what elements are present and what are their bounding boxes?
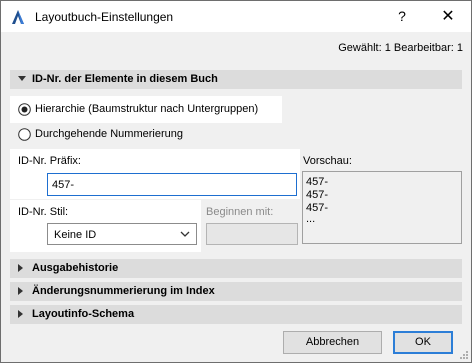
chevron-down-icon [180, 231, 190, 237]
radio-hierarchy-row[interactable]: Hierarchie (Baumstruktur nach Untergrupp… [10, 96, 282, 123]
section-id-numbers-header[interactable]: ID-Nr. der Elemente in diesem Buch [10, 70, 462, 89]
radio-unselected-icon[interactable] [18, 128, 31, 141]
title-bar[interactable]: Layoutbuch-Einstellungen ? ✕ [1, 1, 471, 32]
prefix-label: ID-Nr. Präfix: [18, 155, 81, 167]
preview-line: 457- [306, 176, 329, 188]
section-layoutinfo-title: Layoutinfo-Schema [32, 308, 135, 320]
start-with-input[interactable] [206, 223, 298, 245]
start-with-label: Beginnen mit: [206, 206, 274, 218]
triangle-right-icon [18, 310, 23, 318]
style-select-value: Keine ID [54, 229, 97, 241]
prefix-input[interactable] [47, 173, 297, 196]
radio-continuous-label[interactable]: Durchgehende Nummerierung [35, 128, 183, 140]
section-output-history-header[interactable]: Ausgabehistorie [10, 259, 462, 278]
help-button[interactable]: ? [379, 1, 425, 32]
section-output-history-title: Ausgabehistorie [32, 262, 119, 274]
section-id-numbers-title: ID-Nr. der Elemente in diesem Buch [32, 73, 218, 85]
radio-hierarchy-label: Hierarchie (Baumstruktur nach Untergrupp… [35, 103, 259, 115]
close-button[interactable]: ✕ [425, 1, 471, 32]
section-change-numbering-title: Änderungsnummerierung im Index [32, 285, 215, 297]
preview-label: Vorschau: [303, 155, 352, 167]
triangle-right-icon [18, 287, 23, 295]
preview-line: ... [306, 213, 316, 225]
preview-box: 457- 457- 457- ... [302, 171, 462, 244]
cancel-button[interactable]: Abbrechen [283, 331, 382, 354]
ok-button[interactable]: OK [393, 331, 453, 354]
triangle-down-icon [18, 76, 26, 81]
selection-info: Gewählt: 1 Bearbeitbar: 1 [338, 42, 463, 54]
archicad-app-icon [12, 10, 24, 24]
preview-line: 457- [306, 189, 329, 201]
radio-selected-icon[interactable] [18, 103, 31, 116]
window-title: Layoutbuch-Einstellungen [35, 10, 174, 24]
triangle-right-icon [18, 264, 23, 272]
style-select[interactable]: Keine ID [47, 223, 197, 245]
style-label: ID-Nr. Stil: [18, 206, 69, 218]
resize-grip-icon[interactable] [459, 350, 469, 360]
section-layoutinfo-header[interactable]: Layoutinfo-Schema [10, 305, 462, 324]
layoutbook-settings-dialog: Layoutbuch-Einstellungen ? ✕ Gewählt: 1 … [0, 0, 472, 363]
section-change-numbering-header[interactable]: Änderungsnummerierung im Index [10, 282, 462, 301]
